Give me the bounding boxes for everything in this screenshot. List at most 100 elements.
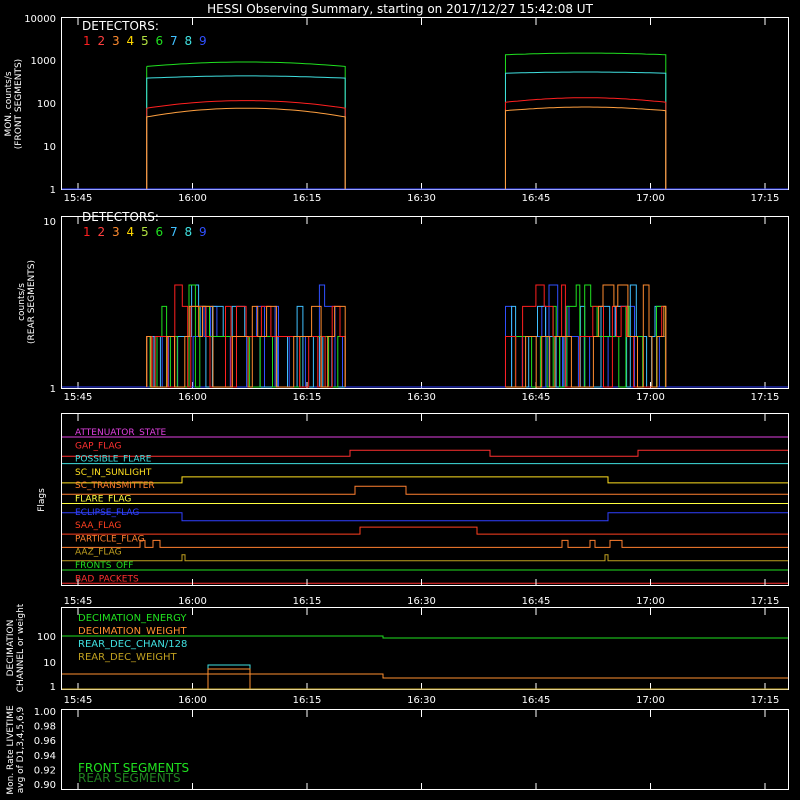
data-lines	[62, 52, 788, 690]
time-tick-label: 16:45	[522, 695, 551, 706]
chart-title: HESSI Observing Summary, starting on 201…	[207, 2, 593, 16]
panel-front-legend-title: DETECTORS:	[82, 19, 159, 33]
ytick-label: 10	[43, 217, 56, 228]
panel-rear-legend-title: DETECTORS:	[82, 210, 159, 224]
ytick-label: 10	[43, 658, 56, 669]
flag-line	[62, 485, 788, 495]
legend-detector-5: 5	[141, 225, 149, 239]
front-series-line	[504, 52, 667, 190]
panel-decimation-legend: DECIMATION_ENERGY DECIMATION_WEIGHT REAR_D…	[78, 613, 187, 663]
legend-detector-2: 2	[98, 225, 106, 239]
time-tick-label: 16:15	[293, 695, 322, 706]
panel-front-ylabel-2: (FRONT SEGMENTS)	[14, 59, 24, 149]
flag-line	[62, 554, 788, 562]
decimation-legend-item: DECIMATION_ENERGY	[78, 613, 187, 624]
ytick-label: 0.94	[34, 751, 56, 762]
ytick-label: 0.90	[34, 780, 56, 791]
legend-detector-9: 9	[199, 34, 207, 48]
legend-detector-9: 9	[199, 225, 207, 239]
legend-detector-7: 7	[170, 34, 178, 48]
panel-front-legend: 123456789	[83, 34, 207, 48]
flag-line	[62, 539, 788, 548]
time-tick-label: 17:15	[751, 596, 780, 607]
panel-decimation-ylabel-2: CHANNEL or weight	[16, 603, 26, 692]
panel-front-yticks: 10000 1000 100 10 1	[24, 14, 56, 196]
decimation-weight-line	[62, 673, 788, 679]
panel-livetime-yticks: 1.00 0.98 0.96 0.94 0.92 0.90	[34, 707, 56, 791]
front-series-line	[146, 75, 346, 190]
time-tick-label: 16:00	[178, 392, 207, 403]
time-tick-label: 15:45	[64, 193, 93, 204]
flag-line	[62, 476, 788, 484]
time-tick-label: 16:00	[178, 193, 207, 204]
panel-rear-ylabel-2: (REAR SEGMENTS)	[27, 260, 37, 344]
ytick-label: 10000	[24, 14, 56, 25]
ytick-label: 100	[37, 632, 56, 643]
legend-detector-4: 4	[127, 225, 135, 239]
time-tick-label: 17:00	[636, 392, 665, 403]
ytick-label: 1	[50, 185, 56, 196]
ytick-label: 1	[50, 682, 56, 693]
ytick-label: 0.96	[34, 736, 56, 747]
time-tick-label: 17:15	[751, 392, 780, 403]
time-tick-label: 17:00	[636, 193, 665, 204]
panel-front-ylabel: MON. counts/s (FRONT SEGMENTS)	[4, 59, 24, 149]
decimation-legend-item: REAR_DEC_CHAN/128	[78, 639, 187, 650]
time-tick-label: 16:00	[178, 695, 207, 706]
decimation-legend-item: DECIMATION_WEIGHT	[78, 626, 187, 637]
flag-line	[62, 512, 788, 522]
legend-detector-4: 4	[127, 34, 135, 48]
panel-livetime-ylabel: Mon. Rate LIVETIME avg of D1,3,4,5,6,9	[6, 705, 26, 795]
panel-livetime-ylabel-2: avg of D1,3,4,5,6,9	[16, 706, 26, 793]
ytick-label: 0.98	[34, 722, 56, 733]
time-tick-label: 16:00	[178, 596, 207, 607]
panel-rear-ylabel-1: counts/s	[17, 283, 27, 321]
time-tick-label: 15:45	[64, 596, 93, 607]
panel-rear-ylabel: counts/s (REAR SEGMENTS)	[17, 260, 37, 344]
front-series-line	[504, 71, 667, 190]
legend-detector-8: 8	[185, 225, 193, 239]
legend-detector-1: 1	[83, 34, 91, 48]
time-tick-label: 16:30	[407, 596, 436, 607]
front-series-line	[146, 100, 346, 190]
legend-detector-5: 5	[141, 34, 149, 48]
panel-front-ylabel-1: MON. counts/s	[4, 71, 14, 136]
time-tick-label: 16:30	[407, 193, 436, 204]
front-series-line	[504, 106, 667, 190]
legend-detector-6: 6	[156, 225, 164, 239]
ytick-label: 1	[50, 384, 56, 395]
livetime-legend-item: REAR SEGMENTS	[78, 771, 181, 785]
legend-detector-1: 1	[83, 225, 91, 239]
legend-detector-2: 2	[98, 34, 106, 48]
time-tick-label: 17:00	[636, 695, 665, 706]
ytick-label: 10	[43, 142, 56, 153]
legend-detector-3: 3	[112, 225, 120, 239]
hessi-summary-chart: HESSI Observing Summary, starting on 201…	[4, 2, 789, 795]
time-tick-label: 16:15	[293, 596, 322, 607]
time-tick-label: 16:45	[522, 392, 551, 403]
legend-detector-6: 6	[156, 34, 164, 48]
time-tick-label: 16:30	[407, 695, 436, 706]
flag-label: SC_IN_SUNLIGHT	[75, 468, 152, 478]
ytick-label: 0.92	[34, 765, 56, 776]
flag-label: SC_TRANSMITTER	[75, 481, 155, 491]
panel-rear-legend: 123456789	[83, 225, 207, 239]
time-tick-label: 16:45	[522, 193, 551, 204]
front-series-line	[146, 107, 346, 190]
time-tick-label: 16:15	[293, 392, 322, 403]
panel-decimation-ylabel: DECIMATION CHANNEL or weight	[6, 603, 26, 692]
flags-lines: ATTENUATOR_STATEGAP_FLAGPOSSIBLE_FLARESC…	[62, 428, 788, 584]
legend-detector-7: 7	[170, 225, 178, 239]
ytick-label: 1000	[31, 56, 56, 67]
legend-detector-8: 8	[185, 34, 193, 48]
time-tick-label: 16:30	[407, 392, 436, 403]
time-tick-label: 16:45	[522, 596, 551, 607]
decimation-legend-item: REAR_DEC_WEIGHT	[78, 652, 177, 663]
flag-label: SAA_FLAG	[75, 521, 121, 531]
ytick-label: 100	[37, 99, 56, 110]
ytick-label: 1.00	[34, 707, 56, 718]
flag-line	[62, 449, 788, 457]
flag-label: PARTICLE_FLAG	[75, 534, 145, 544]
flag-label: GAP_FLAG	[75, 441, 121, 451]
flag-line	[62, 526, 788, 535]
